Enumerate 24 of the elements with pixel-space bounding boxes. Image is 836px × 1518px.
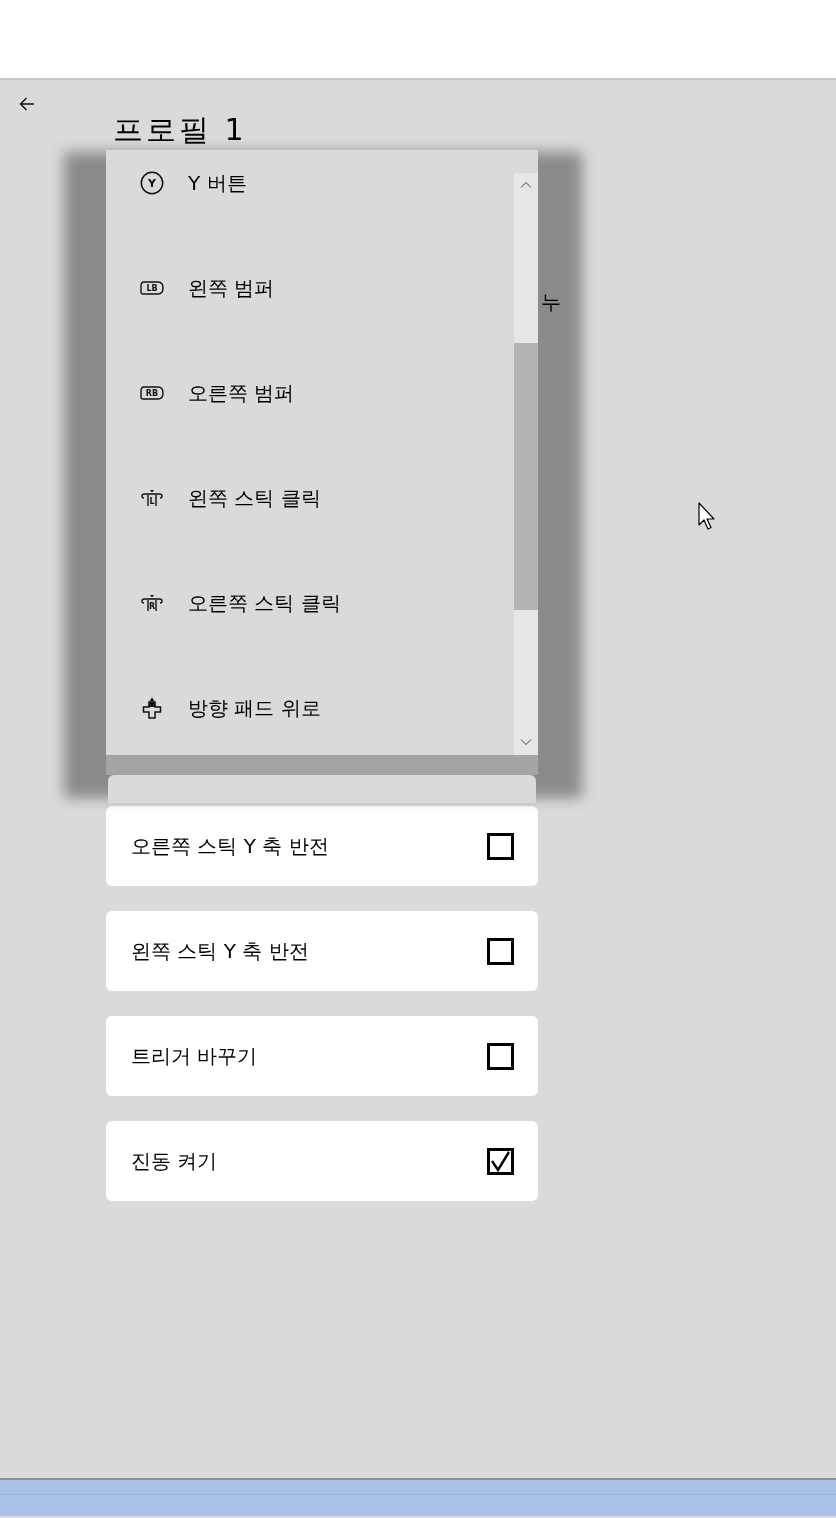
setting-label: 오른쪽 스틱 Y 축 반전 <box>131 833 329 859</box>
checkbox[interactable] <box>487 1147 514 1175</box>
checkbox[interactable] <box>487 832 514 860</box>
setting-label: 진동 켜기 <box>131 1148 218 1174</box>
option-label: 누 <box>541 290 561 314</box>
checkbox[interactable] <box>487 1042 514 1070</box>
dropdown-item[interactable]: L 왼쪽 스틱 클릭 <box>106 445 514 550</box>
checkbox[interactable] <box>487 937 514 965</box>
page-title: 프로필 1 <box>113 114 247 146</box>
scrollbar-thumb[interactable] <box>514 343 538 610</box>
round-button-icon: Y <box>140 170 164 195</box>
dropdown-item[interactable]: Y Y 버튼 <box>106 150 514 235</box>
dropdown-item[interactable]: RB 오른쪽 범퍼 <box>106 340 514 445</box>
bumper-icon: RB <box>140 385 164 400</box>
back-button[interactable] <box>18 96 36 112</box>
setting-label: 왼쪽 스틱 Y 축 반전 <box>131 938 309 964</box>
dpad-up-icon <box>142 696 162 719</box>
dropdown-item[interactable]: 방향 패드 위로 <box>106 655 514 755</box>
setting-label: 트리거 바꾸기 <box>131 1043 258 1069</box>
scrollbar-track[interactable] <box>514 173 538 755</box>
dropdown-item[interactable]: LB 왼쪽 범퍼 <box>106 235 514 340</box>
dropdown-item[interactable]: R 오른쪽 스틱 클릭 <box>106 550 514 655</box>
bumper-icon: LB <box>140 280 164 295</box>
back-arrow-icon <box>19 97 35 111</box>
